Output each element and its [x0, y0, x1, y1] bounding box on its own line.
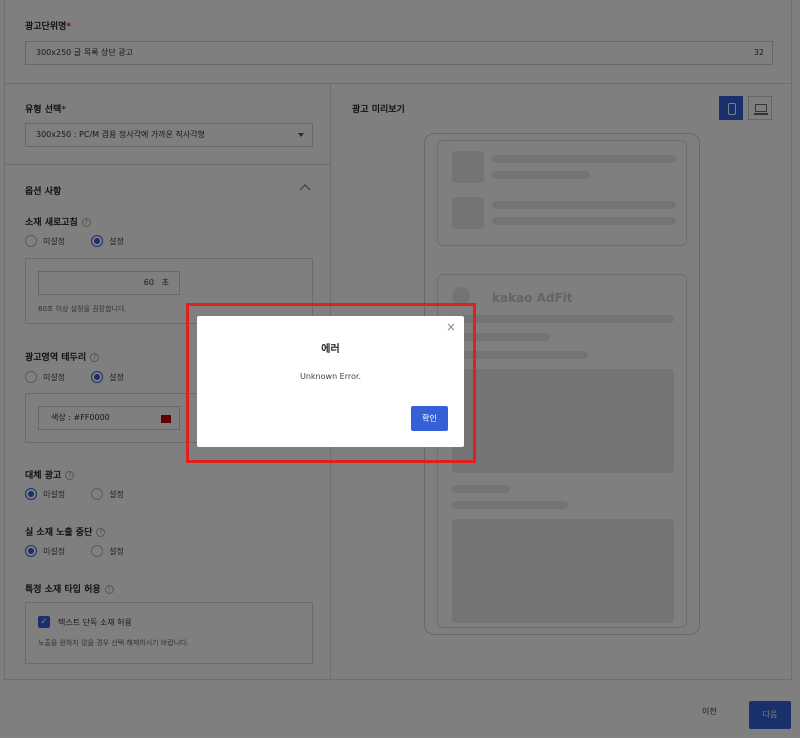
- modal-title: 에러: [321, 344, 340, 355]
- modal-message: Unknown Error.: [300, 372, 361, 381]
- confirm-button[interactable]: 확인: [411, 406, 448, 431]
- close-icon[interactable]: ×: [446, 321, 456, 333]
- error-modal: × 에러 Unknown Error. 확인: [197, 316, 464, 447]
